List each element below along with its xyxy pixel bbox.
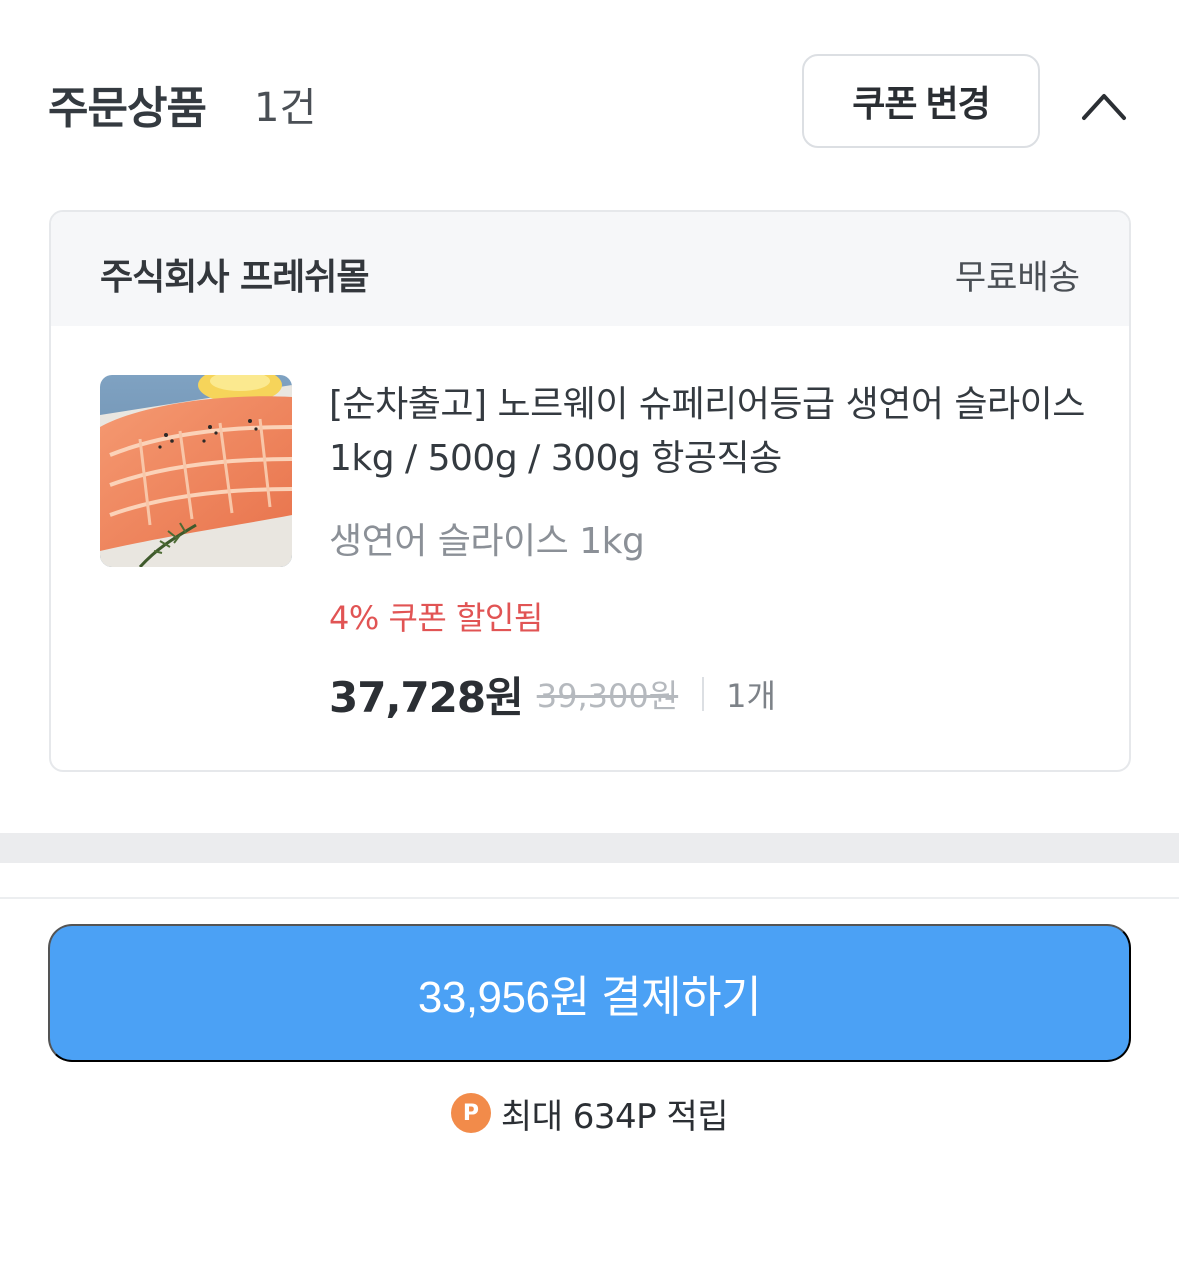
change-coupon-button[interactable]: 쿠폰 변경 — [802, 54, 1040, 148]
order-items-header: 주문상품 1건 쿠폰 변경 — [0, 0, 1179, 180]
seller-name: 주식회사 프레쉬몰 — [100, 257, 369, 298]
section-title: 주문상품 — [48, 83, 207, 134]
product-option: 생연어 슬라이스 1kg — [329, 521, 645, 562]
points-icon: P — [450, 1093, 491, 1133]
coupon-discount-label: 4% 쿠폰 할인됨 — [329, 599, 543, 637]
shipping-badge: 무료배송 — [954, 258, 1080, 298]
quantity: 1개 — [726, 677, 776, 715]
price-row: 37,728원 39,300원 1개 — [329, 664, 776, 724]
pay-button[interactable]: 33,956원 결제하기 — [48, 924, 1131, 1062]
discounted-price: 37,728원 — [329, 672, 524, 722]
section-separator — [0, 833, 1179, 863]
item-count: 1건 — [254, 85, 317, 131]
product-thumbnail[interactable] — [100, 375, 292, 567]
product-name[interactable]: [순차출고] 노르웨이 슈페리어등급 생연어 슬라이스 1kg / 500g /… — [329, 378, 1089, 486]
chevron-up-icon[interactable] — [1074, 78, 1134, 128]
points-text: 최대 634P 적립 — [500, 1096, 729, 1137]
original-price: 39,300원 — [536, 677, 679, 715]
seller-header: 주식회사 프레쉬몰 무료배송 — [51, 212, 1129, 326]
seller-order-card: 주식회사 프레쉬몰 무료배송 [순차출고] 노르웨이 슈페리어등급 생연어 슬라… — [49, 210, 1131, 772]
points-info: P 최대 634P 적립 — [0, 1090, 1179, 1137]
divider-line — [0, 897, 1179, 899]
divider — [702, 677, 705, 711]
